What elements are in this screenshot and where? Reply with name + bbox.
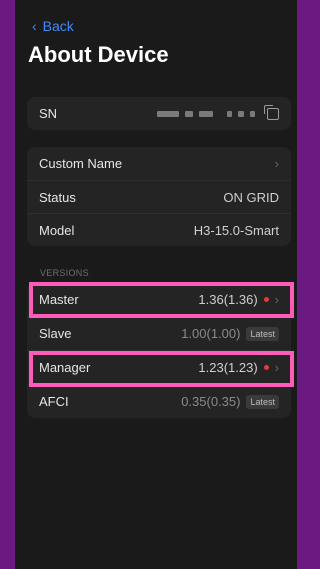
chevron-right-icon: ›: [274, 360, 279, 375]
chevron-right-icon: ›: [274, 291, 279, 307]
sn-label: SN: [39, 106, 58, 121]
status-value: ON GRID: [223, 189, 279, 205]
model-label: Model: [39, 222, 75, 238]
custom-name-label: Custom Name: [39, 156, 123, 171]
device-info-card: Custom Name › Status ON GRID Model H3-15…: [27, 147, 291, 246]
version-row-manager[interactable]: Manager 1.23(1.23) ›: [27, 350, 291, 384]
latest-badge: Latest: [246, 394, 279, 409]
back-label: Back: [42, 18, 74, 34]
sn-row: SN: [27, 97, 291, 130]
version-value: 1.00(1.00): [181, 326, 241, 341]
phone-screen: ‹ Back About Device SN Custom Name › Sta…: [15, 0, 297, 569]
version-row-slave: Slave 1.00(1.00) Latest: [27, 316, 291, 350]
sn-card: SN: [27, 97, 291, 130]
version-row-afci: AFCI 0.35(0.35) Latest: [27, 384, 291, 418]
version-value: 1.23(1.23): [198, 360, 258, 375]
chevron-right-icon: ›: [274, 156, 279, 171]
version-label: AFCI: [39, 394, 69, 409]
versions-card: Master 1.36(1.36) › Slave 1.00(1.00) Lat…: [27, 282, 291, 418]
back-button[interactable]: ‹ Back: [32, 18, 74, 34]
sn-value-masked: [157, 104, 279, 120]
version-label: Slave: [39, 326, 72, 341]
version-value: 0.35(0.35): [181, 394, 241, 409]
version-value: 1.36(1.36): [198, 291, 258, 307]
model-row: Model H3-15.0-Smart: [27, 213, 291, 246]
update-dot-icon: [263, 296, 269, 302]
version-row-master[interactable]: Master 1.36(1.36) ›: [27, 282, 291, 316]
custom-name-row[interactable]: Custom Name ›: [27, 147, 291, 180]
version-label: Manager: [39, 360, 91, 375]
status-label: Status: [39, 189, 76, 205]
status-row: Status ON GRID: [27, 180, 291, 213]
page-title: About Device: [28, 42, 169, 67]
version-label: Master: [39, 291, 79, 307]
update-dot-icon: [263, 365, 269, 370]
copy-icon[interactable]: [264, 104, 279, 120]
chevron-left-icon: ‹: [32, 18, 37, 34]
versions-section-label: VERSIONS: [40, 268, 89, 278]
model-value: H3-15.0-Smart: [193, 222, 279, 238]
latest-badge: Latest: [246, 326, 279, 341]
